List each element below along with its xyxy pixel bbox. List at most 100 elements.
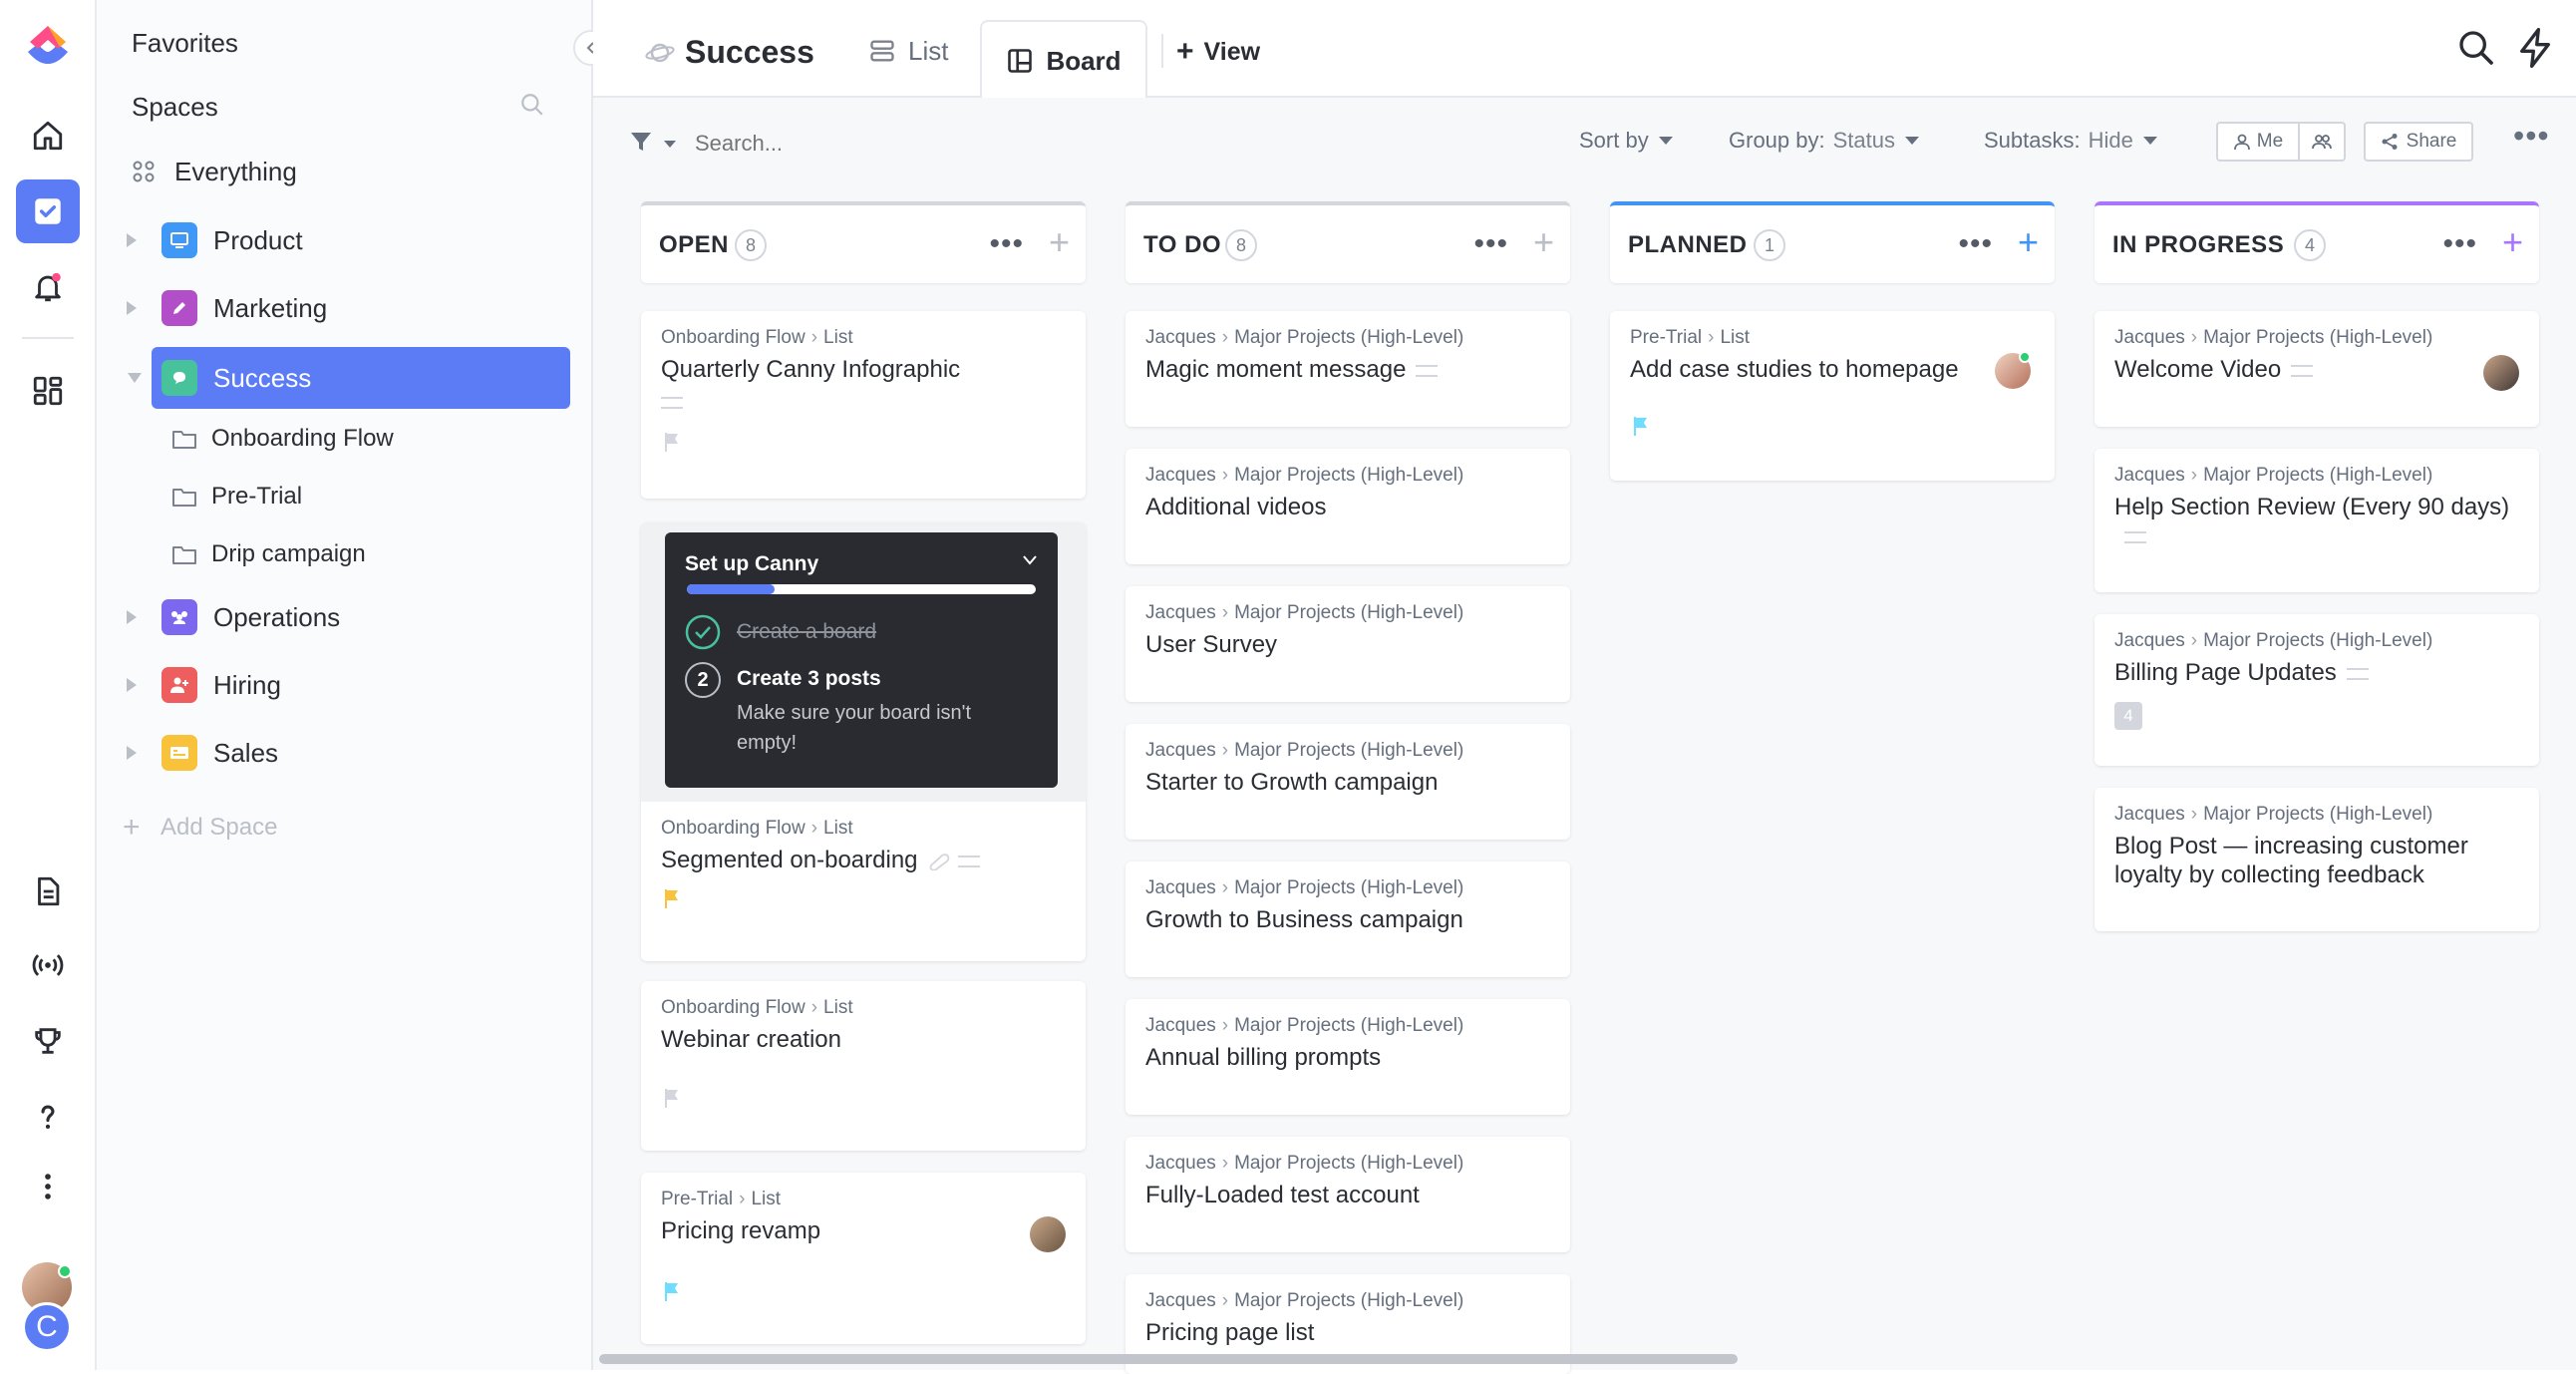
task-card[interactable]: Onboarding Flow › List Webinar creation: [641, 981, 1086, 1151]
help-icon[interactable]: [16, 1085, 80, 1149]
add-task-plus-icon[interactable]: +: [2018, 221, 2039, 263]
task-card[interactable]: Jacques › Major Projects (High-Level) Magi…: [1126, 311, 1570, 427]
task-breadcrumb[interactable]: Jacques › Major Projects (High-Level): [1145, 465, 1463, 487]
tab-list[interactable]: List: [868, 20, 948, 82]
task-breadcrumb[interactable]: Jacques › Major Projects (High-Level): [1145, 602, 1463, 624]
task-card[interactable]: Jacques › Major Projects (High-Level) Blog…: [2094, 788, 2539, 931]
goals-trophy-icon[interactable]: [16, 1009, 80, 1073]
column-menu-icon[interactable]: •••: [1958, 227, 1993, 261]
favorites-heading[interactable]: Favorites: [132, 28, 238, 59]
task-card[interactable]: Jacques › Major Projects (High-Level) User…: [1126, 586, 1570, 702]
task-breadcrumb[interactable]: Pre-Trial › List: [1630, 327, 1750, 349]
caret-down-icon[interactable]: [128, 373, 142, 383]
task-breadcrumb[interactable]: Jacques › Major Projects (High-Level): [1145, 1153, 1463, 1175]
task-breadcrumb[interactable]: Jacques › Major Projects (High-Level): [1145, 740, 1463, 762]
task-breadcrumb[interactable]: Jacques › Major Projects (High-Level): [2114, 465, 2432, 487]
everything-item[interactable]: Everything: [132, 152, 297, 191]
assignee-avatar[interactable]: [2483, 355, 2519, 391]
caret-right-icon[interactable]: [127, 746, 137, 760]
space-item-marketing[interactable]: Marketing: [97, 277, 593, 339]
assignee-filter-group: Me: [2216, 122, 2346, 162]
chevron-down-icon[interactable]: [1022, 554, 1038, 566]
dashboards-icon[interactable]: [16, 359, 80, 423]
task-card-body[interactable]: Onboarding Flow › List Segmented on-boardi…: [641, 802, 1086, 961]
lightning-icon[interactable]: [2515, 26, 2555, 70]
filter-icon[interactable]: [629, 130, 653, 154]
task-breadcrumb[interactable]: Jacques › Major Projects (High-Level): [2114, 630, 2432, 652]
search-spaces-icon[interactable]: [519, 92, 545, 123]
task-card[interactable]: Jacques › Major Projects (High-Level) Bill…: [2094, 614, 2539, 766]
space-item-product[interactable]: Product: [97, 209, 593, 271]
caret-right-icon[interactable]: [127, 610, 137, 624]
tab-board[interactable]: Board: [980, 20, 1147, 100]
task-card[interactable]: Jacques › Major Projects (High-Level) Annu…: [1126, 999, 1570, 1115]
add-task-plus-icon[interactable]: +: [1533, 221, 1554, 263]
notifications-icon[interactable]: [16, 255, 80, 319]
column-menu-icon[interactable]: •••: [989, 227, 1024, 261]
task-card[interactable]: Jacques › Major Projects (High-Level) Welc…: [2094, 311, 2539, 427]
subtasks-button[interactable]: Subtasks: Hide: [1984, 128, 2157, 154]
space-item-success[interactable]: Success: [128, 347, 570, 409]
step-done-label[interactable]: Create a board: [737, 620, 876, 644]
task-breadcrumb[interactable]: Pre-Trial › List: [661, 1189, 781, 1210]
caret-right-icon[interactable]: [127, 301, 137, 315]
assignee-avatar[interactable]: [1030, 1216, 1066, 1252]
task-breadcrumb[interactable]: Onboarding Flow › List: [661, 997, 853, 1019]
docs-icon[interactable]: [16, 859, 80, 923]
search-input[interactable]: [693, 122, 1191, 166]
add-task-plus-icon[interactable]: +: [2502, 221, 2523, 263]
pulse-icon[interactable]: [16, 933, 80, 997]
folder-icon: [172, 431, 196, 449]
add-task-plus-icon[interactable]: +: [1049, 221, 1070, 263]
me-filter-button[interactable]: Me: [2218, 124, 2300, 160]
group-by-button[interactable]: Group by: Status: [1729, 128, 1919, 154]
home-icon[interactable]: [16, 104, 80, 168]
task-breadcrumb[interactable]: Jacques › Major Projects (High-Level): [1145, 1290, 1463, 1312]
priority-flag-icon[interactable]: [663, 431, 681, 453]
priority-flag-icon[interactable]: [1632, 415, 1650, 437]
task-card[interactable]: Jacques › Major Projects (High-Level) Full…: [1126, 1137, 1570, 1252]
page-title[interactable]: Success: [685, 34, 814, 71]
more-options-icon[interactable]: •••: [2513, 118, 2550, 155]
task-card[interactable]: Pre-Trial › List Pricing revamp: [641, 1173, 1086, 1344]
more-vertical-icon[interactable]: [16, 1155, 80, 1218]
priority-flag-icon[interactable]: [663, 1087, 681, 1109]
task-card[interactable]: Jacques › Major Projects (High-Level) Help…: [2094, 449, 2539, 592]
caret-right-icon[interactable]: [127, 678, 137, 692]
task-breadcrumb[interactable]: Jacques › Major Projects (High-Level): [1145, 877, 1463, 899]
sort-by-button[interactable]: Sort by: [1579, 128, 1673, 154]
caret-right-icon[interactable]: [127, 233, 137, 247]
add-space-button[interactable]: + Add Space: [123, 808, 277, 848]
chevron-down-icon[interactable]: [663, 140, 677, 150]
priority-flag-icon[interactable]: [663, 887, 681, 909]
spaces-heading[interactable]: Spaces: [132, 92, 218, 123]
column-menu-icon[interactable]: •••: [1473, 227, 1508, 261]
search-icon[interactable]: [2456, 28, 2496, 68]
workspace-avatar[interactable]: C: [22, 1302, 72, 1352]
task-card[interactable]: Jacques › Major Projects (High-Level) Grow…: [1126, 861, 1570, 977]
task-card[interactable]: Pre-Trial › List Add case studies to homep…: [1610, 311, 2055, 481]
task-breadcrumb[interactable]: Jacques › Major Projects (High-Level): [1145, 327, 1463, 349]
task-card[interactable]: Onboarding Flow › List Quarterly Canny Inf…: [641, 311, 1086, 499]
task-breadcrumb[interactable]: Onboarding Flow › List: [661, 818, 853, 840]
task-breadcrumb[interactable]: Jacques › Major Projects (High-Level): [2114, 804, 2432, 826]
tasks-icon[interactable]: [16, 179, 80, 243]
add-view-button[interactable]: + View: [1176, 30, 1260, 74]
priority-flag-icon[interactable]: [663, 1280, 681, 1302]
space-item-operations[interactable]: Operations: [97, 586, 593, 648]
space-item-hiring[interactable]: Hiring: [97, 654, 593, 716]
column-menu-icon[interactable]: •••: [2442, 227, 2477, 261]
task-breadcrumb[interactable]: Jacques › Major Projects (High-Level): [2114, 327, 2432, 349]
task-card[interactable]: Jacques › Major Projects (High-Level) Addi…: [1126, 449, 1570, 564]
space-item-sales[interactable]: Sales: [97, 722, 593, 784]
assignees-button[interactable]: [2300, 124, 2344, 160]
task-breadcrumb[interactable]: Onboarding Flow › List: [661, 327, 853, 349]
share-button[interactable]: Share: [2364, 122, 2473, 162]
task-breadcrumb[interactable]: Jacques › Major Projects (High-Level): [1145, 1015, 1463, 1037]
horizontal-scrollbar[interactable]: [599, 1354, 1738, 1364]
task-card[interactable]: Jacques › Major Projects (High-Level) Star…: [1126, 724, 1570, 840]
task-card-with-popup[interactable]: Set up Canny Create a board 2 Create 3 p…: [641, 522, 1086, 961]
step-title[interactable]: Create 3 posts: [737, 667, 881, 691]
app-logo[interactable]: [22, 18, 74, 78]
subtask-count-badge[interactable]: 4: [2114, 702, 2142, 730]
